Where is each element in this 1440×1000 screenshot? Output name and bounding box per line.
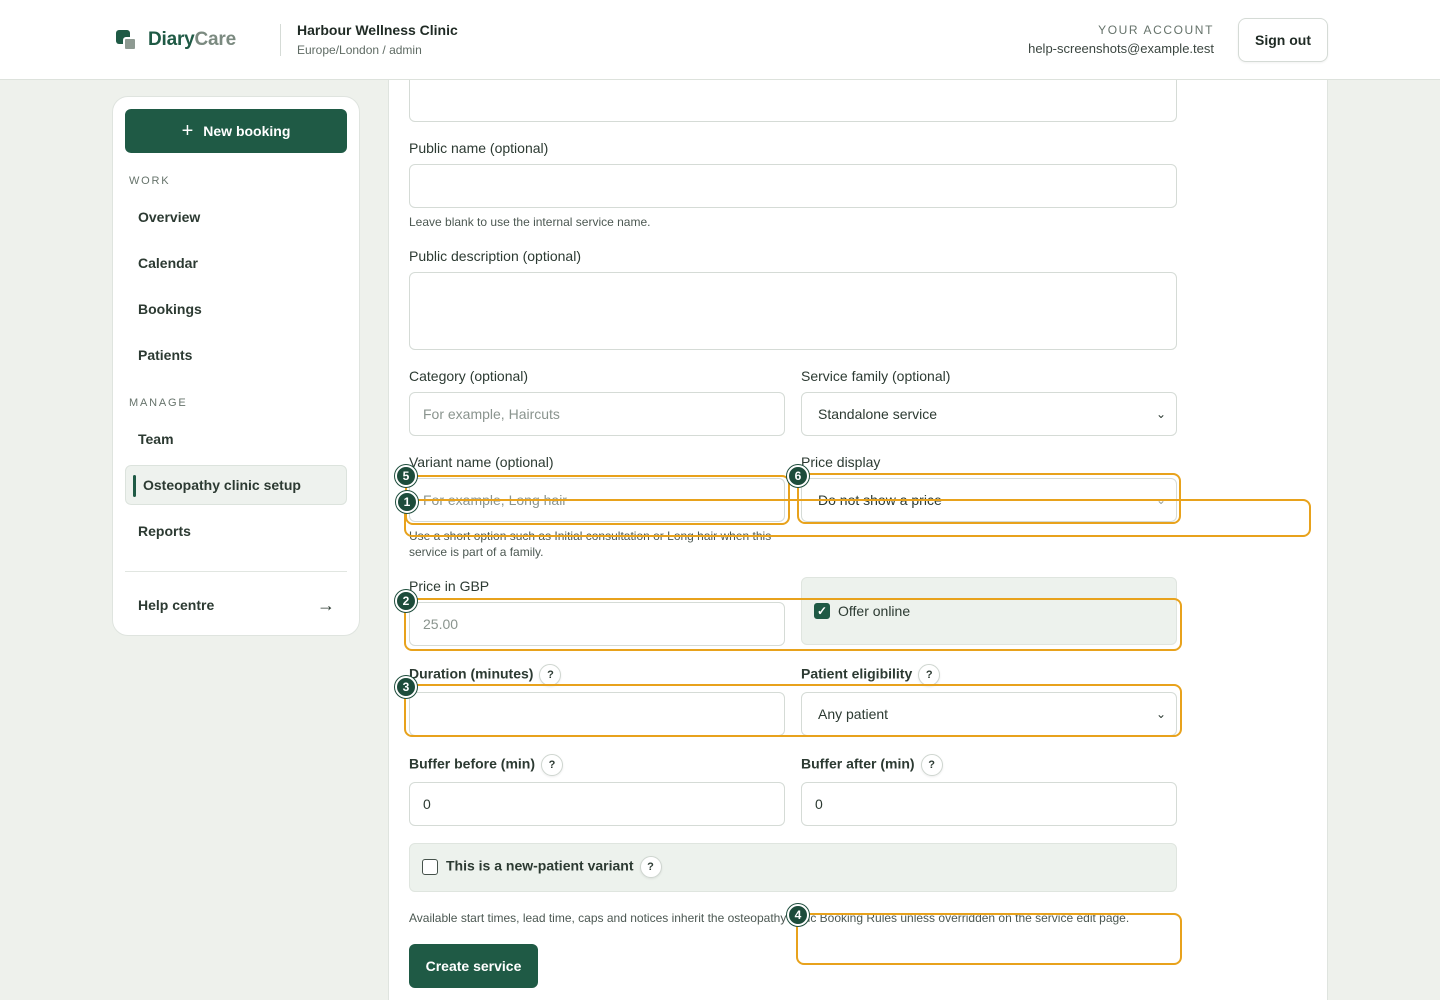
public-name-label: Public name (optional)	[409, 140, 549, 156]
buffer-before-help-icon[interactable]: ?	[541, 754, 563, 776]
patient-eligibility-value: Any patient	[818, 706, 889, 722]
annotation-marker-5: 5	[395, 465, 417, 487]
public-description-textarea[interactable]	[409, 272, 1177, 350]
account-label: YOUR ACCOUNT	[1098, 23, 1214, 37]
help-centre-label: Help centre	[138, 597, 215, 613]
new-booking-label: New booking	[203, 123, 291, 139]
eligibility-help-icon[interactable]: ?	[918, 664, 941, 686]
public-description-label: Public description (optional)	[409, 248, 581, 264]
public-name-hint: Leave blank to use the internal service …	[409, 215, 651, 229]
logo-icon	[116, 28, 140, 52]
create-service-button[interactable]: Create service	[409, 944, 538, 988]
header-divider	[280, 24, 281, 56]
annotation-marker-6: 6	[787, 465, 809, 487]
service-family-label: Service family (optional)	[801, 368, 951, 384]
new-patient-label: This is a new-patient variant?	[446, 856, 662, 878]
category-label: Category (optional)	[409, 368, 529, 384]
account-email: help-screenshots@example.test	[1028, 41, 1214, 56]
buffer-after-label: Buffer after (min)?	[801, 754, 943, 776]
offer-online-checkbox[interactable]: ✓	[814, 603, 830, 619]
top-header: DiaryCare Harbour Wellness Clinic Europe…	[0, 0, 1440, 80]
variant-name-hint: Use a short option such as Initial consu…	[409, 529, 772, 559]
sidebar-item-overview[interactable]: Overview	[125, 197, 347, 237]
sidebar-item-reports[interactable]: Reports	[125, 511, 347, 551]
duration-help-icon[interactable]: ?	[539, 664, 562, 686]
annotation-marker-2: 2	[395, 590, 417, 612]
offer-online-label: Offer online	[838, 603, 911, 619]
diarycare-logo[interactable]: DiaryCare	[116, 28, 236, 52]
price-input[interactable]: 25.00	[409, 602, 785, 646]
new-patient-help-icon[interactable]: ?	[639, 856, 662, 878]
annotation-marker-3: 3	[395, 676, 417, 698]
duration-input[interactable]	[409, 692, 785, 736]
category-input[interactable]: For example, Haircuts	[409, 392, 785, 436]
annotation-marker-1: 1	[396, 491, 418, 513]
plus-icon: +	[181, 120, 194, 142]
clinic-name: Harbour Wellness Clinic	[297, 22, 458, 38]
sidebar-item-calendar[interactable]: Calendar	[125, 243, 347, 283]
service-name-input[interactable]	[409, 80, 1177, 122]
service-family-select[interactable]: Standalone service ⌄	[801, 392, 1177, 436]
sidebar-item-team[interactable]: Team	[125, 419, 347, 459]
patient-eligibility-label: Patient eligibility?	[801, 664, 941, 686]
sidebar-item-bookings[interactable]: Bookings	[125, 289, 347, 329]
buffer-after-input[interactable]: 0	[801, 782, 1177, 826]
patient-eligibility-select[interactable]: Any patient ⌄	[801, 692, 1177, 736]
variant-name-input[interactable]: For example, Long hair	[409, 478, 785, 522]
annotation-marker-4: 4	[787, 904, 809, 926]
price-display-value: Do not show a price	[818, 492, 942, 508]
public-name-input[interactable]	[409, 164, 1177, 208]
new-patient-checkbox[interactable]	[422, 859, 438, 875]
duration-label: Duration (minutes)?	[409, 664, 562, 686]
buffer-after-help-icon[interactable]: ?	[920, 754, 943, 776]
nav-section-work: WORK	[129, 175, 171, 187]
sidebar: + New booking WORK Overview Calendar Boo…	[112, 96, 360, 636]
sidebar-divider	[125, 571, 347, 572]
sidebar-item-patients[interactable]: Patients	[125, 335, 347, 375]
help-centre-link[interactable]: Help centre →	[125, 585, 347, 625]
logo-text: DiaryCare	[148, 29, 236, 50]
clinic-timezone-role: Europe/London / admin	[297, 43, 422, 57]
chevron-down-icon: ⌄	[1155, 493, 1166, 507]
buffer-before-input[interactable]: 0	[409, 782, 785, 826]
nav-section-manage: MANAGE	[129, 397, 188, 409]
active-indicator	[133, 475, 136, 497]
variant-name-label: Variant name (optional)	[409, 454, 554, 470]
service-family-value: Standalone service	[818, 406, 938, 422]
chevron-down-icon: ⌄	[1155, 407, 1166, 421]
buffer-before-label: Buffer before (min)?	[409, 754, 563, 776]
chevron-down-icon: ⌄	[1155, 707, 1166, 721]
sign-out-button[interactable]: Sign out	[1238, 18, 1328, 62]
new-booking-button[interactable]: + New booking	[125, 109, 347, 153]
price-label: Price in GBP	[409, 578, 490, 594]
sidebar-item-osteopathy-clinic-setup[interactable]: Osteopathy clinic setup	[125, 465, 347, 505]
price-display-label: Price display	[801, 454, 881, 470]
arrow-right-icon: →	[317, 595, 335, 615]
price-display-select[interactable]: Do not show a price ⌄	[801, 478, 1177, 522]
